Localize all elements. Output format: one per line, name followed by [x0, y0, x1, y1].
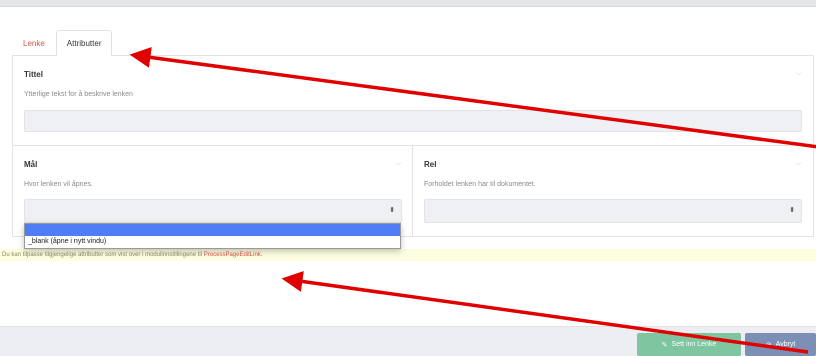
title-field-label: Tittel	[24, 70, 43, 79]
sort-arrows-icon: ⬍	[789, 207, 795, 214]
cancel-icon: ⊘	[765, 341, 772, 349]
chevron-down-icon[interactable]: ⌵	[396, 160, 401, 168]
top-bar	[0, 0, 816, 7]
title-field-description: Ytterlige tekst for å beskrive lenken	[24, 91, 133, 98]
insert-link-label: Sett inn Lenke	[671, 341, 717, 348]
link-icon: ✎	[661, 341, 668, 349]
chevron-down-icon[interactable]: ⌵	[796, 160, 801, 168]
tab-bar: Lenke Attributter	[12, 30, 113, 56]
info-notice: Du kan tilpasse tilgjengelige attributte…	[0, 249, 816, 261]
column-divider	[412, 145, 413, 237]
title-input[interactable]	[24, 110, 802, 132]
target-field-description: Hvor lenken vil åpnes.	[24, 181, 93, 188]
notice-suffix: .	[260, 252, 263, 258]
sort-arrows-icon: ⬍	[389, 207, 395, 214]
insert-link-button[interactable]: ✎ Sett inn Lenke	[637, 333, 741, 356]
notice-text: Du kan tilpasse tilgjengelige attributte…	[2, 252, 204, 258]
dropdown-option-blank[interactable]: _blank (åpne i nytt vindu)	[25, 236, 400, 248]
notice-link[interactable]: ProcessPageEditLink	[204, 252, 261, 258]
target-dropdown-list: _blank (åpne i nytt vindu)	[24, 223, 401, 249]
target-select[interactable]: ⬍	[24, 199, 402, 223]
target-field-label: Mål	[24, 160, 38, 169]
divider	[12, 145, 814, 146]
rel-field-label: Rel	[424, 160, 437, 169]
chevron-down-icon[interactable]: ⌵	[796, 70, 801, 78]
tab-lenke[interactable]: Lenke	[12, 30, 56, 56]
rel-field-description: Forholdet lenken har til dokumentet.	[424, 181, 536, 188]
tab-attributter[interactable]: Attributter	[55, 30, 113, 56]
dropdown-option-empty[interactable]	[25, 224, 400, 236]
cancel-button[interactable]: ⊘ Avbryt	[745, 333, 816, 356]
rel-select[interactable]: ⬍	[424, 199, 802, 223]
cancel-label: Avbryt	[775, 341, 796, 348]
